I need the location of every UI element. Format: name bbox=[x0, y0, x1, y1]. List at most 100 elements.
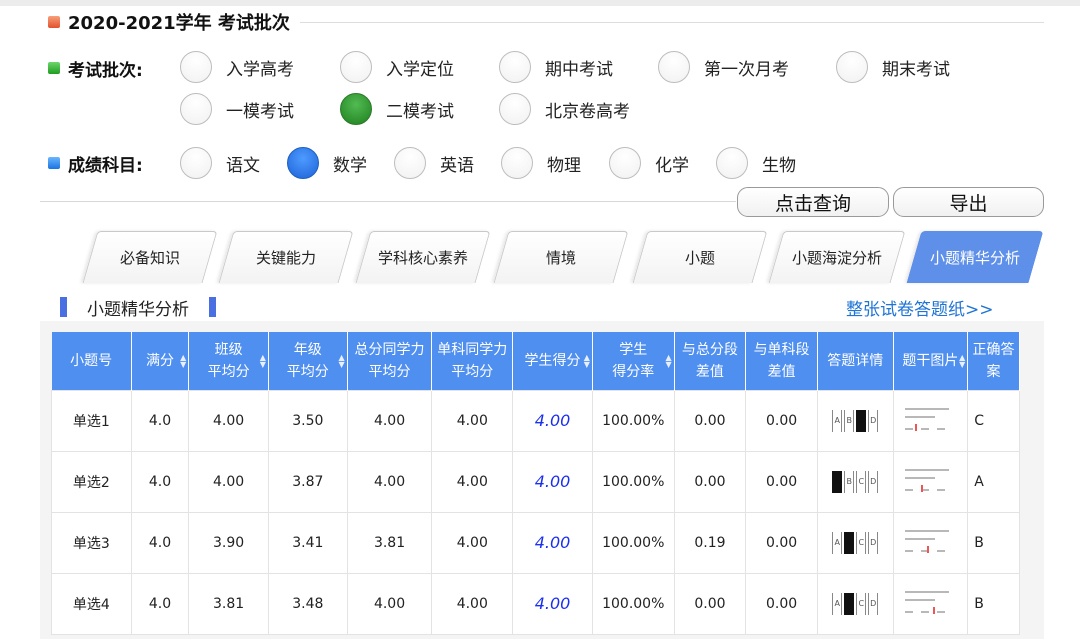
question-thumbnail-icon[interactable] bbox=[901, 524, 959, 562]
subject-label-text: 成绩科目: bbox=[68, 155, 143, 176]
column-header-label: 学生得分 bbox=[524, 352, 581, 369]
row-gap bbox=[1019, 573, 1038, 634]
table-row: 单选4 4.0 3.81 3.48 4.00 4.00 4.00 100.00% 0.00 0.0… bbox=[51, 572, 1038, 635]
grade-average-cell: 3.50 bbox=[267, 389, 348, 452]
radio-exam-first-monthly[interactable]: 第一次月考 bbox=[658, 50, 789, 84]
radio-exam-mock-1[interactable]: 一模考试 bbox=[180, 92, 294, 126]
radio-subject-chinese[interactable]: 语文 bbox=[180, 146, 260, 180]
radio-selected-icon[interactable] bbox=[287, 147, 319, 179]
radio-circle-icon[interactable] bbox=[658, 51, 690, 83]
question-number-cell: 单选2 bbox=[51, 450, 132, 513]
tab-key-ability[interactable]: 关键能力 bbox=[218, 231, 354, 283]
radio-exam-beijing-gaokao[interactable]: 北京卷高考 bbox=[499, 92, 630, 126]
radio-exam-ruxue-gaokao[interactable]: 入学高考 bbox=[180, 50, 294, 84]
column-header-label: 答题详情 bbox=[827, 352, 884, 369]
total-peer-average-cell: 4.00 bbox=[346, 450, 433, 513]
answer-bubble: A bbox=[832, 592, 843, 615]
correct-answer-cell: B bbox=[967, 511, 1020, 574]
question-image-cell[interactable] bbox=[892, 389, 969, 452]
radio-subject-chemistry[interactable]: 化学 bbox=[609, 146, 689, 180]
class-average-cell: 3.81 bbox=[188, 572, 269, 635]
question-number-cell: 单选4 bbox=[51, 572, 132, 635]
tab-bar: 必备知识 关键能力 学科核心素养 情境 小题 小题海淀分析 小题精华分析 bbox=[0, 231, 1080, 283]
answer-bubble: B bbox=[844, 592, 855, 615]
sort-arrows-icon[interactable]: ▲ ▼ bbox=[260, 353, 266, 368]
radio-circle-icon[interactable] bbox=[609, 147, 641, 179]
section-rule bbox=[300, 22, 1044, 23]
answer-detail-cell[interactable]: ABCD bbox=[816, 389, 894, 452]
question-thumbnail-icon[interactable] bbox=[901, 585, 959, 623]
question-image-cell[interactable] bbox=[892, 511, 969, 574]
radio-circle-icon[interactable] bbox=[499, 93, 531, 125]
row-gap bbox=[1019, 390, 1038, 451]
column-header-label: 题干图片 bbox=[902, 352, 959, 369]
answer-detail-cell[interactable]: ABCD bbox=[816, 450, 894, 513]
subject-peer-average-cell: 4.00 bbox=[431, 389, 514, 452]
radio-circle-icon[interactable] bbox=[394, 147, 426, 179]
radio-subject-math[interactable]: 数学 bbox=[287, 146, 367, 180]
radio-selected-icon[interactable] bbox=[340, 93, 372, 125]
column-header: 与总分段 差值 bbox=[674, 332, 747, 390]
answer-detail-cell[interactable]: ABCD bbox=[816, 511, 894, 574]
score-rate-cell: 100.00% bbox=[591, 450, 675, 513]
column-header[interactable]: 学生 得分率 ▲ ▼ bbox=[592, 332, 675, 390]
subject-peer-average-cell: 4.00 bbox=[431, 450, 514, 513]
answer-bubble: A bbox=[832, 409, 843, 432]
tab-haidian-analysis[interactable]: 小题海淀分析 bbox=[768, 231, 906, 283]
vertical-bar-icon bbox=[209, 297, 216, 317]
export-button[interactable]: 导出 bbox=[893, 187, 1044, 217]
tab-small-questions[interactable]: 小题 bbox=[632, 231, 768, 283]
question-image-cell[interactable] bbox=[892, 572, 969, 635]
column-header[interactable]: 满分 ▲ ▼ bbox=[131, 332, 190, 390]
radio-subject-english[interactable]: 英语 bbox=[394, 146, 474, 180]
sort-arrows-icon[interactable]: ▲ ▼ bbox=[959, 353, 965, 368]
radio-label: 第一次月考 bbox=[704, 59, 789, 80]
question-image-cell[interactable] bbox=[892, 450, 969, 513]
column-header: 正确答案 bbox=[967, 332, 1020, 390]
radio-circle-icon[interactable] bbox=[501, 147, 533, 179]
radio-exam-ruxue-dingwei[interactable]: 入学定位 bbox=[340, 50, 454, 84]
sort-arrows-icon[interactable]: ▲ ▼ bbox=[665, 353, 671, 368]
radio-circle-icon[interactable] bbox=[180, 147, 212, 179]
score-rate-cell: 100.00% bbox=[591, 511, 675, 574]
radio-exam-midterm[interactable]: 期中考试 bbox=[499, 50, 613, 84]
radio-subject-physics[interactable]: 物理 bbox=[501, 146, 581, 180]
column-header-label: 小题号 bbox=[70, 352, 113, 369]
diff-total-cell: 0.00 bbox=[673, 572, 747, 635]
batch-section-title-text: 2020-2021学年 考试批次 bbox=[68, 13, 290, 34]
tab-context[interactable]: 情境 bbox=[493, 231, 629, 283]
sort-arrows-icon[interactable]: ▲ ▼ bbox=[584, 353, 590, 368]
column-header[interactable]: 年级 平均分 ▲ ▼ bbox=[268, 332, 348, 390]
question-thumbnail-icon[interactable] bbox=[901, 402, 959, 440]
radio-circle-icon[interactable] bbox=[499, 51, 531, 83]
full-score-cell: 4.0 bbox=[130, 450, 190, 513]
answer-detail-cell[interactable]: ABCD bbox=[816, 572, 894, 635]
question-thumbnail-icon[interactable] bbox=[901, 463, 959, 501]
radio-circle-icon[interactable] bbox=[180, 93, 212, 125]
sort-arrows-icon[interactable]: ▲ ▼ bbox=[339, 353, 345, 368]
radio-exam-mock-2[interactable]: 二模考试 bbox=[340, 92, 454, 126]
query-button[interactable]: 点击查询 bbox=[737, 187, 889, 217]
radio-subject-biology[interactable]: 生物 bbox=[716, 146, 796, 180]
radio-circle-icon[interactable] bbox=[180, 51, 212, 83]
column-header[interactable]: 题干图片 ▲ ▼ bbox=[893, 332, 969, 390]
tab-essential-knowledge[interactable]: 必备知识 bbox=[82, 231, 218, 283]
radio-circle-icon[interactable] bbox=[716, 147, 748, 179]
radio-exam-final[interactable]: 期末考试 bbox=[836, 50, 950, 84]
row-gap bbox=[1019, 512, 1038, 573]
sort-arrows-icon[interactable]: ▲ ▼ bbox=[180, 353, 186, 368]
radio-label: 物理 bbox=[547, 155, 581, 176]
radio-label: 英语 bbox=[440, 155, 474, 176]
orange-square-icon bbox=[48, 16, 60, 28]
radio-circle-icon[interactable] bbox=[836, 51, 868, 83]
answer-bubbles: ABCD bbox=[818, 531, 893, 555]
column-header[interactable]: 班级 平均分 ▲ ▼ bbox=[188, 332, 269, 390]
radio-circle-icon[interactable] bbox=[340, 51, 372, 83]
tab-core-literacy[interactable]: 学科核心素养 bbox=[355, 231, 491, 283]
diff-total-cell: 0.19 bbox=[673, 511, 747, 574]
tab-essence-analysis[interactable]: 小题精华分析 bbox=[906, 231, 1044, 283]
column-header[interactable]: 学生得分 ▲ ▼ bbox=[512, 332, 593, 390]
subject-label: 成绩科目: bbox=[48, 148, 143, 178]
full-answer-sheet-link[interactable]: 整张试卷答题纸>> bbox=[846, 295, 994, 320]
radio-label: 北京卷高考 bbox=[545, 101, 630, 122]
